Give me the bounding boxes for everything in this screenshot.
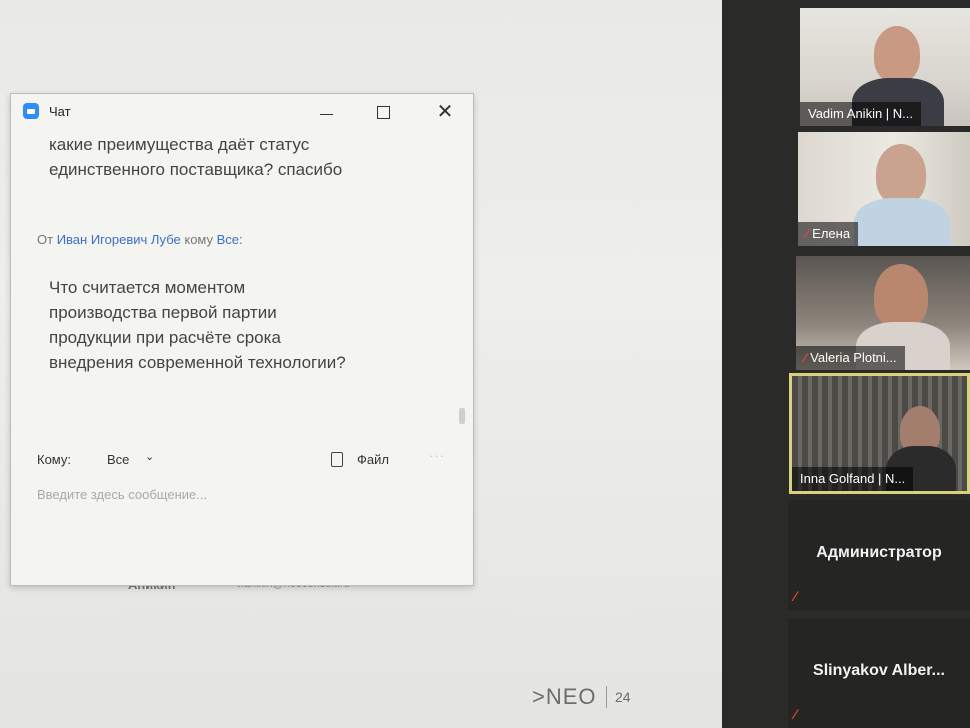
maximize-button[interactable] [368,100,398,124]
mic-muted-icon: ⁄ [806,226,809,241]
meta-to: кому [184,232,214,247]
close-button[interactable]: ✕ [430,100,460,124]
meta-from: От [37,232,54,247]
zoom-icon [23,103,39,119]
neo-logo: >NEO [532,684,597,709]
chat-message: Что считается моментом производства перв… [49,278,346,372]
chat-window[interactable]: Чат ✕ какие преимущества даёт статус еди… [10,93,474,586]
participant-name: Valeria Plotni... [810,350,897,365]
participant-name: Inna Golfand | N... [792,467,914,491]
participant-name: Администратор [816,544,942,561]
recipient-select[interactable]: Все [107,452,129,467]
participant-tile[interactable]: ⁄ Елена [798,132,970,246]
chat-titlebar[interactable]: Чат ✕ [11,94,473,128]
mic-muted-icon: ⁄ [794,706,797,722]
slide-page-number: 24 [615,689,631,705]
participant-tile[interactable]: Vadim Anikin | N... [800,8,970,126]
recipient-link[interactable]: Все: [217,232,243,247]
slide-divider [606,686,607,708]
message-meta: От Иван Игоревич Лубе кому Все: [37,232,243,247]
participant-head [874,264,928,328]
participant-tile[interactable]: ⁄ Valeria Plotni... [796,256,970,370]
chat-scrollbar[interactable] [459,408,465,424]
more-options-button[interactable]: ··· [429,448,445,463]
participant-head [874,26,920,82]
minimize-button[interactable] [311,100,341,124]
participant-name: Vadim Anikin | N... [800,102,922,126]
file-button[interactable]: Файл [357,452,389,467]
chat-title: Чат [49,104,71,119]
participant-name: Slinyakov Alber... [813,662,945,679]
participant-tile[interactable]: Администратор ⁄ [788,500,970,610]
mic-muted-icon: ⁄ [794,588,797,604]
file-icon[interactable] [331,452,343,467]
participant-name-bar: ⁄ Valeria Plotni... [796,346,905,370]
sender-link[interactable]: Иван Игоревич Лубе [57,232,181,247]
participant-name: Елена [812,226,851,241]
participant-tile[interactable]: Slinyakov Alber... ⁄ [788,618,970,728]
mic-muted-icon: ⁄ [804,350,807,365]
participant-head [876,144,926,204]
chat-messages[interactable]: какие преимущества даёт статус единствен… [11,128,473,446]
participant-body [854,198,950,246]
message-input[interactable]: Введите здесь сообщение... [37,487,207,502]
to-label: Кому: [37,452,71,467]
participant-tile-active[interactable]: Inna Golfand | N... [789,373,970,494]
chevron-down-icon[interactable]: ⌄ [145,450,154,463]
participant-name-bar: ⁄ Елена [798,222,859,246]
chat-message: какие преимущества даёт статус единствен… [49,135,343,179]
